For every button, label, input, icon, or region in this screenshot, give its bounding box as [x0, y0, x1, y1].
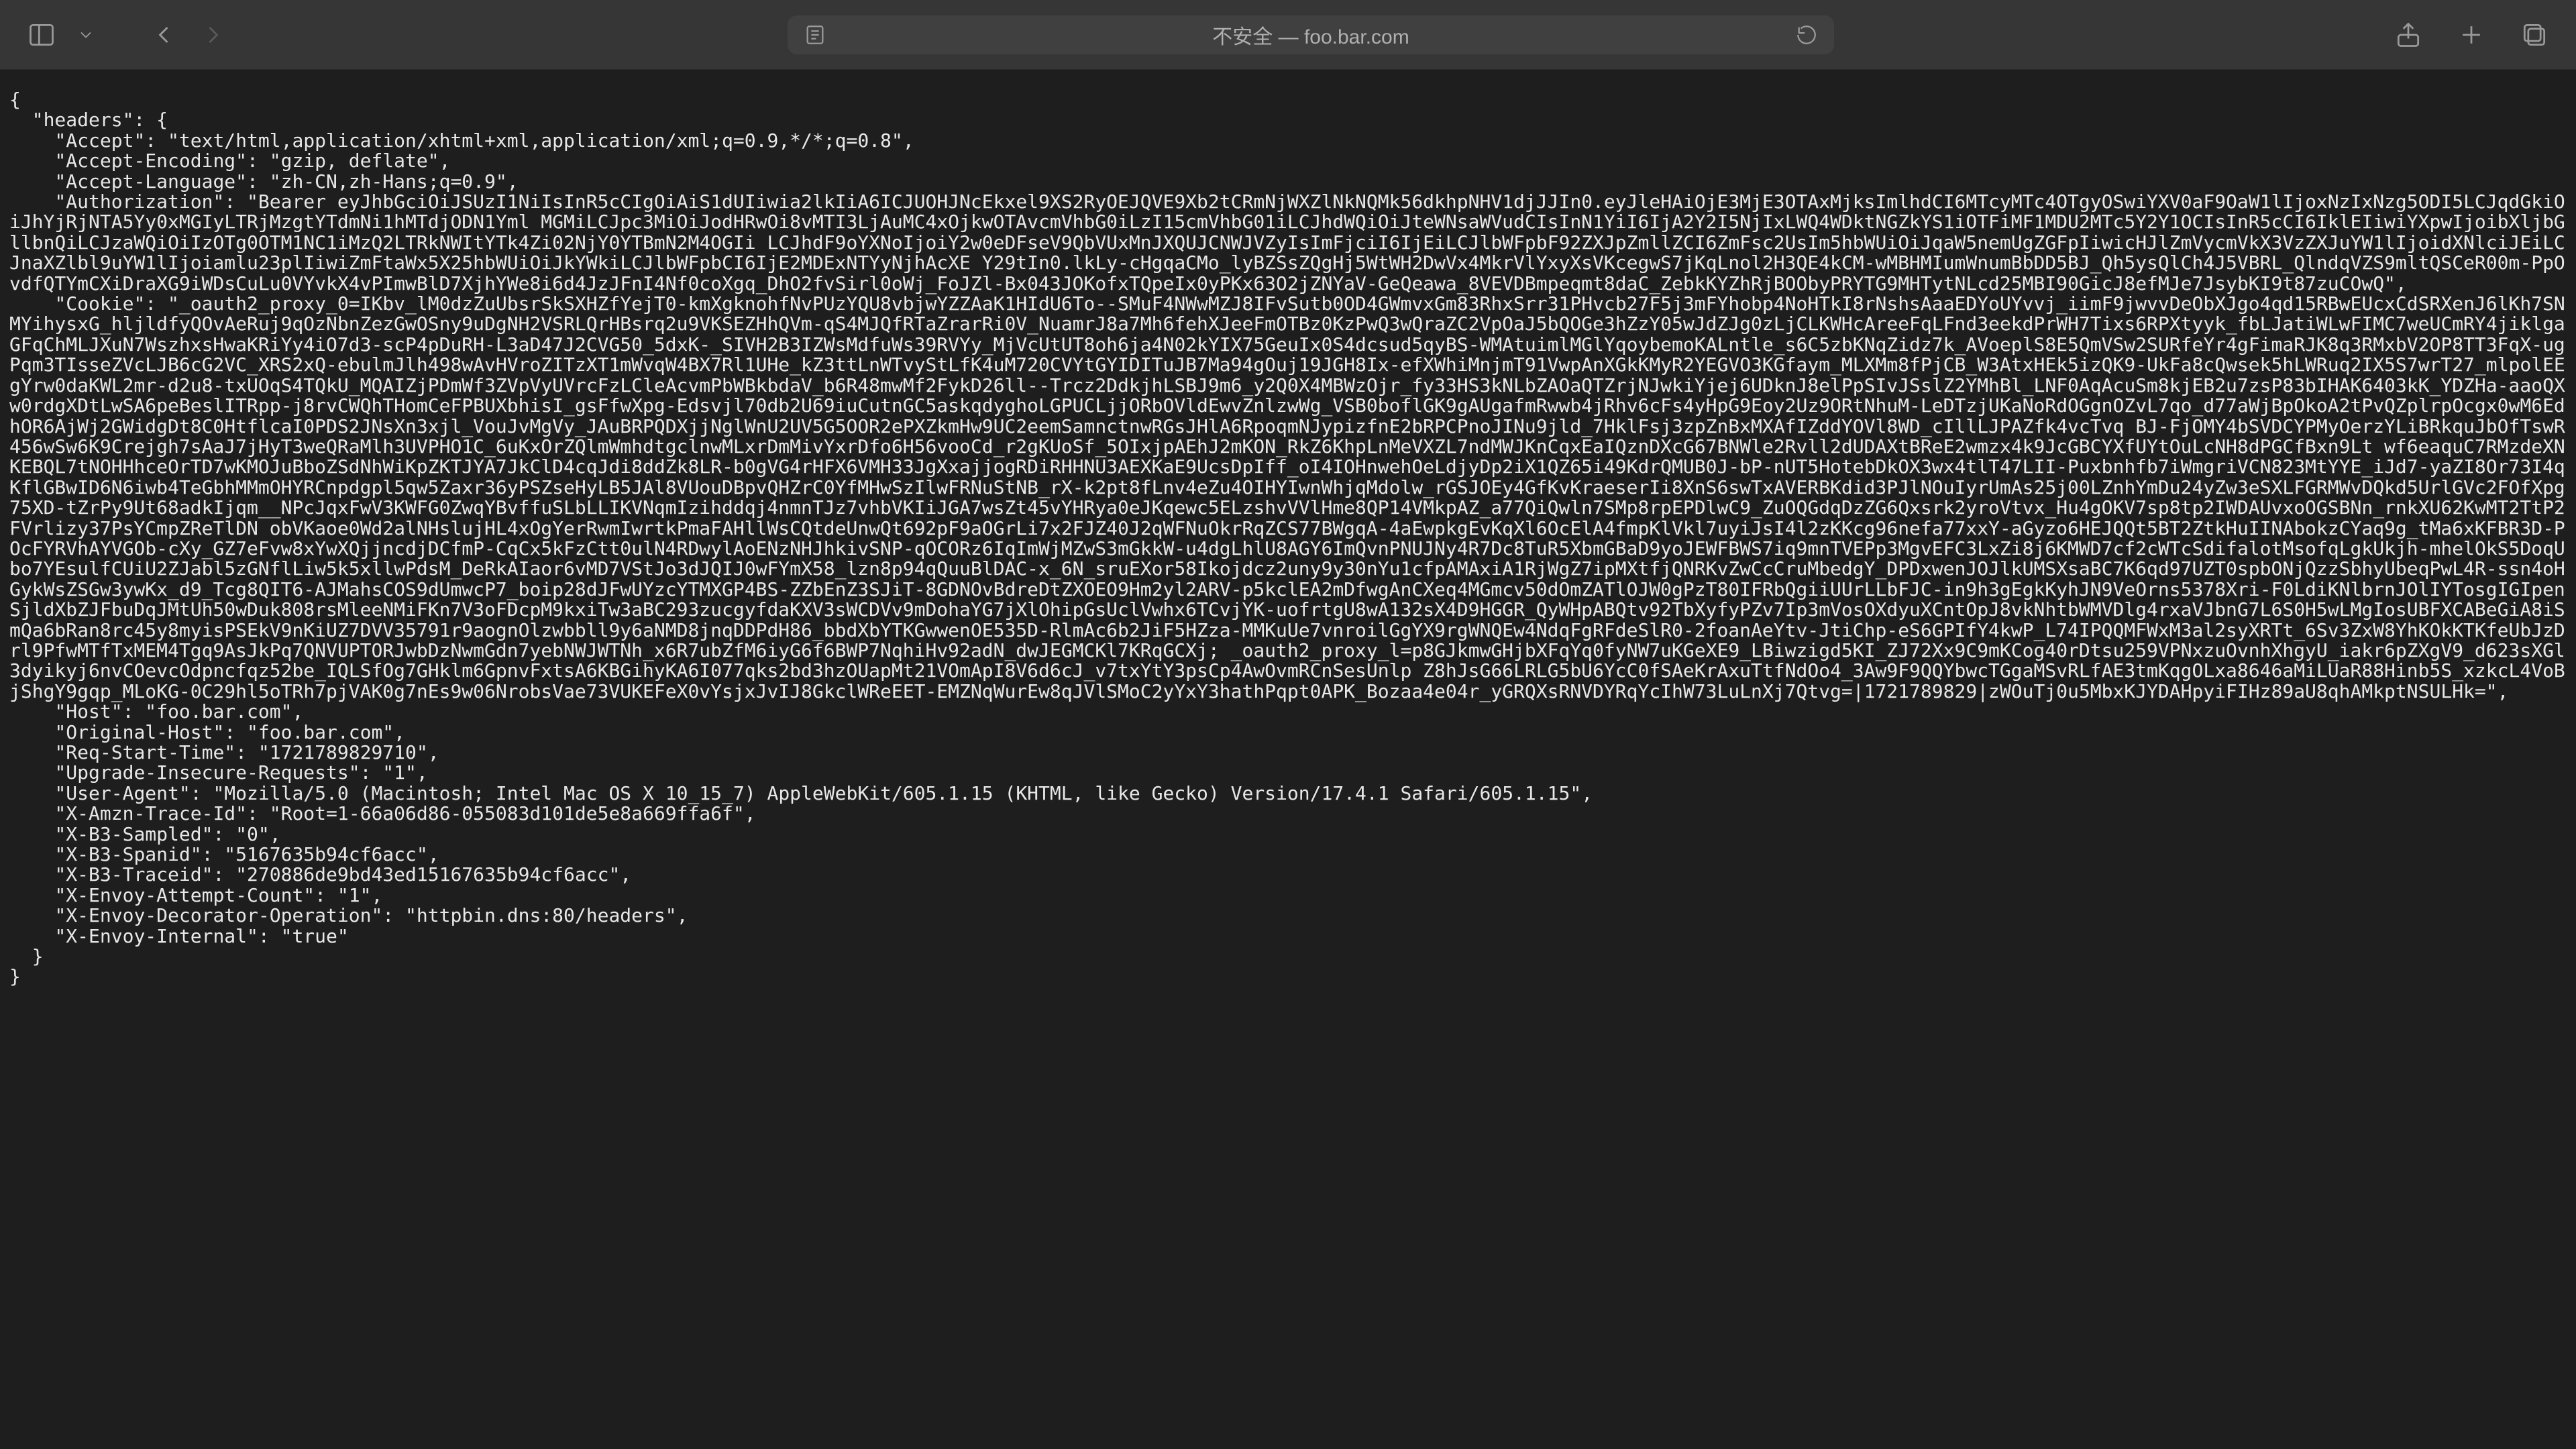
browser-titlebar: 不安全 — foo.bar.com	[0, 0, 2576, 70]
address-bar[interactable]: 不安全 — foo.bar.com	[788, 15, 1834, 54]
forward-button[interactable]	[199, 20, 228, 50]
reload-icon[interactable]	[1795, 23, 1818, 46]
page-content: { "headers": { "Accept": "text/html,appl…	[0, 70, 2576, 1449]
back-button[interactable]	[149, 20, 178, 50]
titlebar-left	[27, 20, 228, 50]
share-icon[interactable]	[2394, 20, 2423, 50]
titlebar-center: 不安全 — foo.bar.com	[241, 15, 2380, 54]
chevron-down-icon[interactable]	[76, 20, 95, 50]
new-tab-icon[interactable]	[2457, 20, 2486, 50]
reader-mode-icon[interactable]	[804, 23, 826, 46]
address-bar-text: 不安全 — foo.bar.com	[840, 20, 1782, 50]
tabs-overview-icon[interactable]	[2520, 20, 2549, 50]
titlebar-right	[2394, 20, 2549, 50]
sidebar-toggle-icon[interactable]	[27, 20, 56, 50]
